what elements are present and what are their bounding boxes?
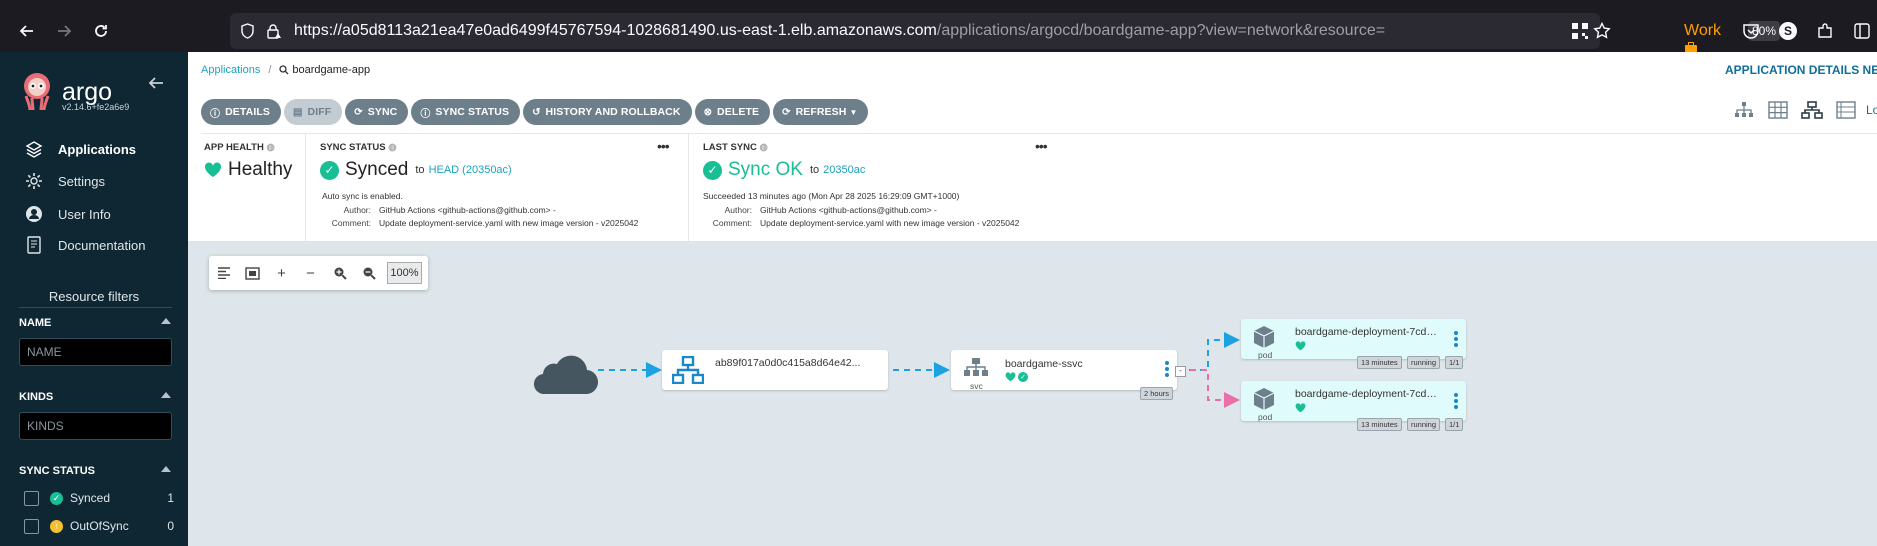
pod-ready-tag: 1/1 — [1445, 418, 1464, 431]
pod-menu-icon[interactable] — [1454, 331, 1458, 349]
heart-icon — [1295, 341, 1306, 351]
service-collapse-toggle[interactable]: - — [1175, 366, 1186, 377]
pod-age-tag: 13 minutes — [1357, 356, 1402, 369]
graph-edges — [598, 332, 1240, 408]
ingress-node[interactable]: ab89f017a0d0c415a8d64e42... — [662, 350, 888, 390]
check-circle-icon: ✓ — [1018, 372, 1028, 382]
service-kind: svc — [970, 381, 983, 391]
heart-icon — [1295, 403, 1306, 413]
edge-service-pod-2 — [1190, 369, 1240, 408]
pod-age-tag: 13 minutes — [1357, 418, 1402, 431]
network-node-icon — [671, 355, 705, 389]
pod-kind: pod — [1258, 350, 1273, 360]
service-icon — [963, 357, 989, 382]
service-node-label: boardgame-ssvc — [1005, 358, 1083, 370]
pod-node-2[interactable]: pod boardgame-deployment-7cdb... — [1241, 381, 1466, 422]
edge-service-pod-1 — [1178, 332, 1240, 371]
service-menu-icon[interactable] — [1165, 361, 1169, 379]
service-node[interactable]: boardgame-ssvc ✓ — [951, 350, 1177, 390]
pod-kind: pod — [1258, 412, 1273, 422]
pod-node-label: boardgame-deployment-7cdb... — [1295, 388, 1437, 400]
pod-node-label: boardgame-deployment-7cdb... — [1295, 326, 1437, 338]
service-age-tag: 2 hours — [1140, 387, 1174, 400]
pod-state-tag: running — [1407, 418, 1441, 431]
service-status: ✓ — [1005, 372, 1028, 382]
heart-icon — [1005, 372, 1016, 382]
cloud-icon — [531, 348, 599, 401]
pod-node-1[interactable]: pod boardgame-deployment-7cdb... — [1241, 319, 1466, 360]
pod-state-tag: running — [1407, 356, 1441, 369]
pod-menu-icon[interactable] — [1454, 393, 1458, 411]
ingress-node-label: ab89f017a0d0c415a8d64e42... — [715, 357, 861, 369]
pod-ready-tag: 1/1 — [1445, 356, 1464, 369]
